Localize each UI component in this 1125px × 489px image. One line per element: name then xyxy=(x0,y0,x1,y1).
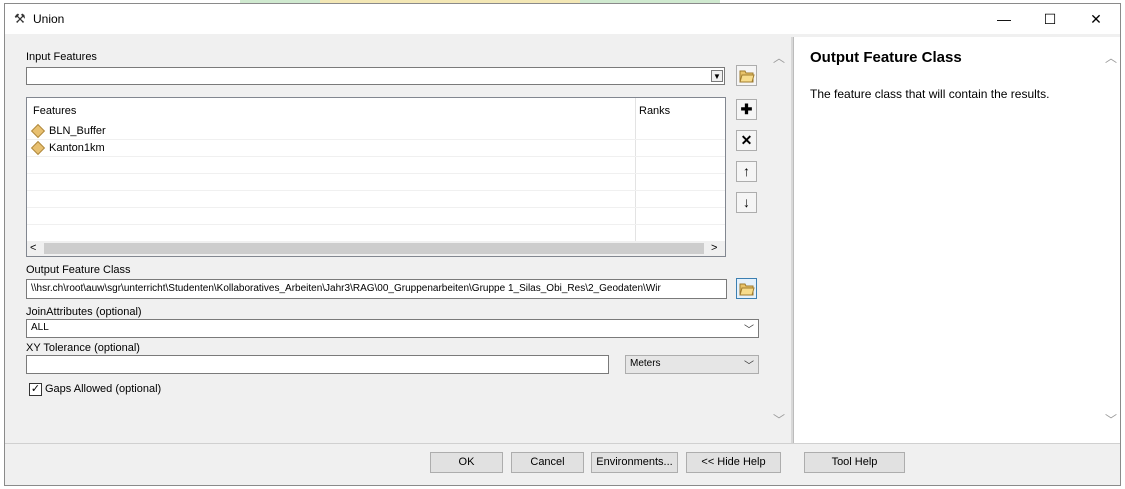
xy-tolerance-units-select[interactable]: Meters ﹀ xyxy=(625,355,759,374)
maximize-button[interactable]: ☐ xyxy=(1027,4,1073,34)
plus-icon: ✚ xyxy=(740,101,753,117)
button-bar: OK Cancel Environments... << Hide Help T… xyxy=(5,443,1120,485)
features-column-header: Features xyxy=(33,105,77,117)
table-row[interactable]: Kanton1km xyxy=(27,140,725,157)
chevron-down-icon: ﹀ xyxy=(744,325,754,336)
output-feature-class-label: Output Feature Class xyxy=(26,264,131,276)
output-feature-class-input[interactable]: \\hsr.ch\root\auw\sgr\unterricht\Student… xyxy=(26,279,727,299)
remove-row-button[interactable]: ✕ xyxy=(736,130,757,151)
xy-tolerance-label: XY Tolerance (optional) xyxy=(26,342,140,354)
move-up-button[interactable]: ↑ xyxy=(736,161,757,182)
chevron-down-icon[interactable]: ﹀ xyxy=(773,411,785,428)
chevron-down-icon: ﹀ xyxy=(744,361,754,372)
ranks-column-header: Ranks xyxy=(639,105,671,117)
table-row-empty xyxy=(27,174,725,191)
move-down-button[interactable]: ↓ xyxy=(736,192,757,213)
union-tool-dialog: ⚒ Union — ☐ ✕ Input Features ▼ Features … xyxy=(4,3,1121,486)
input-features-label: Input Features xyxy=(26,51,97,63)
table-row-empty xyxy=(27,208,725,225)
chevron-up-icon[interactable]: ︿ xyxy=(773,49,785,66)
close-icon: ✕ xyxy=(740,132,753,148)
open-folder-icon xyxy=(738,70,755,83)
arrow-up-icon: ↑ xyxy=(743,163,750,179)
ok-button[interactable]: OK xyxy=(430,452,503,473)
help-vertical-scrollbar[interactable]: ︿ ﹀ xyxy=(1101,37,1118,443)
units-value: Meters xyxy=(630,358,661,369)
help-panel: Output Feature Class The feature class t… xyxy=(793,37,1120,443)
help-title: Output Feature Class xyxy=(810,49,962,66)
xy-tolerance-input[interactable] xyxy=(26,355,609,374)
chevron-right-icon[interactable]: > xyxy=(711,241,717,256)
cancel-button[interactable]: Cancel xyxy=(511,452,584,473)
chevron-down-icon[interactable]: ▼ xyxy=(711,70,723,82)
gaps-allowed-label: Gaps Allowed (optional) xyxy=(45,383,162,395)
environments-button[interactable]: Environments... xyxy=(591,452,678,473)
features-table: Features Ranks BLN_Buffer Kanton1km < > xyxy=(26,97,726,257)
arrow-down-icon: ↓ xyxy=(743,194,750,210)
chevron-up-icon[interactable]: ︿ xyxy=(1105,49,1117,66)
feature-layer-icon xyxy=(30,123,46,139)
help-text: The feature class that will contain the … xyxy=(810,87,1050,101)
add-row-button[interactable]: ✚ xyxy=(736,99,757,120)
feature-layer-icon xyxy=(30,140,46,156)
scrollbar-thumb[interactable] xyxy=(44,243,704,254)
join-attributes-select[interactable]: ALL ﹀ xyxy=(26,319,759,338)
feature-name: Kanton1km xyxy=(49,142,105,154)
tool-help-button[interactable]: Tool Help xyxy=(804,452,905,473)
join-attributes-label: JoinAttributes (optional) xyxy=(26,306,142,318)
chevron-down-icon[interactable]: ﹀ xyxy=(1105,411,1117,428)
feature-name: BLN_Buffer xyxy=(49,125,106,137)
chevron-left-icon[interactable]: < xyxy=(30,241,36,256)
horizontal-scrollbar[interactable]: < > xyxy=(27,241,725,256)
gaps-allowed-checkbox[interactable]: ✓ xyxy=(29,383,42,396)
table-row-empty xyxy=(27,157,725,174)
hammer-icon: ⚒ xyxy=(14,11,26,26)
minimize-button[interactable]: — xyxy=(981,4,1027,34)
browse-output-button[interactable] xyxy=(736,278,757,299)
vertical-scrollbar[interactable]: ︿ ﹀ xyxy=(769,37,786,443)
window-title: Union xyxy=(33,12,65,26)
hide-help-button[interactable]: << Hide Help xyxy=(686,452,781,473)
open-folder-icon xyxy=(738,283,755,296)
table-row-empty xyxy=(27,191,725,208)
table-row[interactable]: BLN_Buffer xyxy=(27,123,725,140)
join-attributes-value: ALL xyxy=(31,322,49,333)
browse-input-button[interactable] xyxy=(736,65,757,86)
close-button[interactable]: ✕ xyxy=(1073,4,1119,34)
title-bar[interactable]: ⚒ Union — ☐ ✕ xyxy=(5,4,1120,34)
input-features-combo[interactable]: ▼ xyxy=(26,67,725,85)
